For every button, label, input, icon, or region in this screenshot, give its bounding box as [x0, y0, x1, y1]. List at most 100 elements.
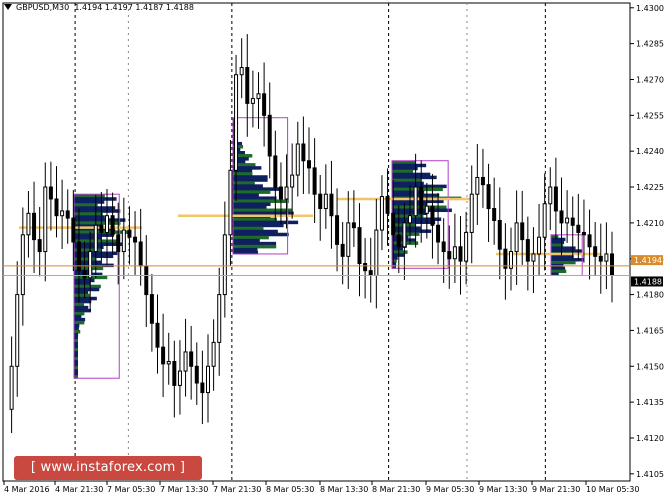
profile-bar [74, 209, 121, 213]
profile-bar [233, 238, 260, 243]
chart-menu-arrow-icon[interactable] [4, 4, 12, 10]
y-tick-label: 1.4105 [636, 470, 664, 479]
candle [593, 222, 598, 276]
candle-body [520, 222, 525, 241]
candle-body [452, 246, 457, 260]
candle-body [312, 167, 317, 195]
time-axis: 4 Mar 2016 4 Mar 21:30 7 Mar 05:30 7 Mar 13… [3, 481, 639, 494]
y-tick-label: 1.4120 [636, 434, 664, 443]
profile-bar [74, 281, 91, 286]
profile-bar [233, 235, 269, 240]
candle [441, 218, 446, 283]
price-label-text: 1.4188 [634, 277, 662, 286]
profile-bar [392, 250, 408, 254]
profile-bar [392, 169, 414, 174]
profile-bar [74, 203, 98, 207]
profile-bar [233, 199, 289, 203]
profile-bar [392, 253, 405, 257]
candle [262, 62, 267, 147]
y-tick-label: 1.4210 [636, 219, 664, 228]
profile-bar [233, 205, 267, 210]
candle-body [368, 270, 373, 276]
candle-body [548, 186, 553, 205]
profile-bar [74, 293, 90, 298]
candle-body [234, 74, 239, 171]
profile-bar [74, 339, 78, 343]
candle-body [581, 231, 586, 236]
y-tick-label: 1.4180 [636, 291, 664, 300]
candle [509, 227, 513, 291]
profile-bar [74, 366, 78, 370]
candle-body [172, 361, 177, 386]
y-tick-label: 1.4270 [636, 75, 664, 84]
profile-bar [392, 175, 437, 180]
candle [166, 332, 171, 385]
candle [9, 336, 14, 434]
profile-bar [392, 229, 432, 233]
profile-bar [74, 299, 92, 304]
profile-bar [551, 266, 566, 271]
candle [194, 342, 199, 405]
candle-body [436, 224, 441, 243]
candle-body [587, 234, 592, 248]
candle-body [228, 169, 233, 236]
candle-body [105, 215, 109, 233]
profile-bar [74, 363, 78, 367]
candle-body [99, 224, 104, 233]
profile-bar [392, 226, 421, 230]
candle [228, 140, 233, 266]
candle [295, 121, 300, 197]
candle [318, 175, 323, 241]
profile-bar [233, 184, 263, 188]
candle [26, 191, 31, 258]
profile-bar [551, 249, 583, 253]
candle-body [144, 265, 149, 296]
x-tick-label: 9 Mar 21:30 [532, 485, 580, 494]
profile-bar [74, 369, 78, 373]
profile-bar [74, 212, 103, 216]
x-tick-label: 7 Mar 21:30 [213, 485, 261, 494]
candle-body [65, 210, 70, 219]
candle [133, 211, 138, 275]
candle [15, 261, 20, 397]
candle-body [525, 239, 530, 262]
profile-bar [74, 287, 100, 292]
profile-bar [233, 178, 268, 182]
candle [475, 144, 480, 225]
candle-body [48, 186, 53, 200]
profile-bar [233, 229, 278, 234]
profile-bar [74, 314, 82, 319]
profile-bar [74, 372, 78, 376]
candle [307, 127, 311, 194]
profile-bar [392, 160, 416, 165]
candle-body [9, 365, 14, 410]
candle [301, 116, 306, 194]
x-tick-label: 4 Mar 21:30 [55, 485, 103, 494]
candle-body [217, 294, 222, 343]
profile-bar [74, 354, 78, 358]
candle-body [565, 217, 570, 224]
candle-body [82, 270, 87, 279]
candle [48, 161, 53, 231]
candle [436, 192, 441, 265]
candle [379, 175, 384, 251]
candle [368, 237, 373, 303]
candle [514, 190, 519, 285]
candle [65, 189, 70, 244]
candle-body [447, 251, 452, 260]
chart-header: GBPUSD,M30 1.4194 1.4197 1.4187 1.4188 [16, 3, 194, 12]
candle-body [273, 155, 278, 188]
profile-bar [74, 320, 85, 325]
profile-bar [233, 232, 289, 237]
candle-body [60, 210, 65, 217]
watermark-logo: [ www.instaforex.com ] [14, 456, 202, 480]
candle-body [189, 351, 194, 367]
x-tick-label: 8 Mar 21:30 [372, 485, 420, 494]
candle-body [161, 346, 166, 365]
candle-body [211, 341, 216, 367]
candle [323, 164, 328, 229]
candle-body [183, 351, 188, 372]
profile-bar [551, 234, 559, 239]
profile-bar [74, 218, 126, 222]
candle-body [351, 222, 356, 229]
